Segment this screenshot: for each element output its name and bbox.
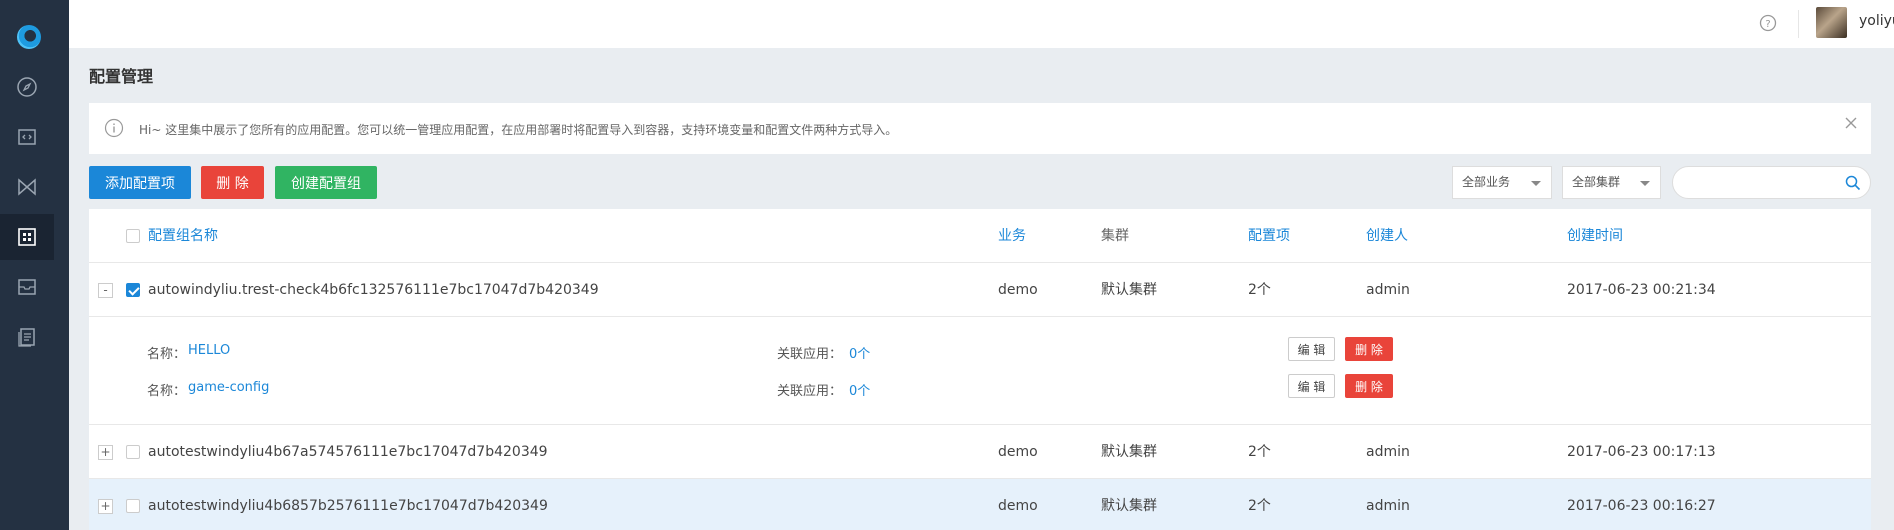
edit-config-button[interactable]: 编 辑 bbox=[1288, 337, 1335, 361]
add-config-button[interactable]: 添加配置项 bbox=[89, 166, 191, 199]
row-creator: admin bbox=[1366, 444, 1410, 460]
header-divider bbox=[1798, 10, 1799, 38]
nav-docs[interactable] bbox=[0, 314, 54, 360]
notice-text: Hi~ 这里集中展示了您所有的应用配置。您可以统一管理应用配置，在应用部署时将配… bbox=[139, 123, 898, 137]
delete-config-button[interactable]: 删 除 bbox=[1345, 337, 1393, 361]
row-name: autotestwindyliu4b67a574576111e7bc17047d… bbox=[148, 444, 548, 460]
page-title: 配置管理 bbox=[89, 67, 154, 86]
username[interactable]: yoliyuan bbox=[1859, 13, 1894, 29]
config-group-table: 配置组名称 业务 集群 配置项 创建人 创建时间 - autowindyliu.… bbox=[89, 209, 1871, 530]
row-cluster: 默认集群 bbox=[1101, 444, 1157, 460]
row-checkbox[interactable] bbox=[126, 499, 140, 513]
code-icon bbox=[18, 129, 36, 145]
header-items[interactable]: 配置项 bbox=[1248, 209, 1290, 263]
linked-apps-link[interactable]: 0个 bbox=[849, 343, 870, 362]
row-cluster: 默认集群 bbox=[1101, 282, 1157, 298]
row-items: 2个 bbox=[1248, 282, 1271, 298]
header-created[interactable]: 创建时间 bbox=[1567, 209, 1623, 263]
archive-icon bbox=[18, 279, 36, 295]
row-business: demo bbox=[998, 282, 1038, 298]
edit-config-button[interactable]: 编 辑 bbox=[1288, 374, 1335, 398]
create-group-button[interactable]: 创建配置组 bbox=[275, 166, 377, 199]
business-filter-value: 全部业务 bbox=[1462, 175, 1511, 189]
row-checkbox[interactable] bbox=[126, 445, 140, 459]
search-box bbox=[1672, 166, 1871, 199]
linked-apps-label: 关联应用： bbox=[777, 347, 843, 362]
linked-apps-label: 关联应用： bbox=[777, 384, 843, 399]
info-icon bbox=[104, 118, 124, 138]
linked-apps-link[interactable]: 0个 bbox=[849, 380, 870, 399]
nav-bowtie[interactable] bbox=[0, 164, 54, 210]
row-items: 2个 bbox=[1248, 498, 1271, 514]
header-cluster: 集群 bbox=[1101, 228, 1129, 244]
row-checkbox[interactable] bbox=[126, 283, 140, 297]
config-name-link[interactable]: game-config bbox=[188, 380, 269, 395]
chevron-down-icon bbox=[1640, 181, 1650, 186]
delete-config-button[interactable]: 删 除 bbox=[1345, 374, 1393, 398]
table-header-row: 配置组名称 业务 集群 配置项 创建人 创建时间 bbox=[89, 209, 1871, 263]
config-item: 名称： HELLO 关联应用： 0个 编 辑 删 除 bbox=[89, 337, 1871, 367]
table-row[interactable]: + autotestwindyliu4b6857b2576111e7bc1704… bbox=[89, 479, 1871, 530]
close-icon[interactable] bbox=[1843, 115, 1859, 131]
info-notice: Hi~ 这里集中展示了您所有的应用配置。您可以统一管理应用配置，在应用部署时将配… bbox=[89, 103, 1871, 154]
row-business: demo bbox=[998, 444, 1038, 460]
help-icon[interactable]: ? bbox=[1759, 14, 1777, 32]
header-name[interactable]: 配置组名称 bbox=[148, 209, 218, 263]
search-input[interactable] bbox=[1683, 173, 1843, 193]
row-created: 2017-06-23 00:17:13 bbox=[1567, 444, 1716, 460]
business-filter-select[interactable]: 全部业务 bbox=[1452, 166, 1552, 199]
expand-toggle[interactable]: + bbox=[98, 445, 113, 460]
config-name-label: 名称： bbox=[147, 384, 187, 399]
row-created: 2017-06-23 00:16:27 bbox=[1567, 498, 1716, 514]
bowtie-icon bbox=[18, 178, 36, 196]
expand-toggle[interactable]: + bbox=[98, 499, 113, 514]
collapse-toggle[interactable]: - bbox=[98, 283, 113, 298]
row-items: 2个 bbox=[1248, 444, 1271, 460]
row-created: 2017-06-23 00:21:34 bbox=[1567, 282, 1716, 298]
docs-icon bbox=[18, 328, 35, 347]
row-creator: admin bbox=[1366, 282, 1410, 298]
nav-archive[interactable] bbox=[0, 264, 54, 310]
search-icon[interactable] bbox=[1845, 175, 1861, 191]
config-name-link[interactable]: HELLO bbox=[188, 343, 230, 358]
row-cluster: 默认集群 bbox=[1101, 498, 1157, 514]
top-header: ? yoliyuan bbox=[69, 0, 1894, 48]
nav-code[interactable] bbox=[0, 114, 54, 160]
svg-text:?: ? bbox=[1765, 19, 1770, 30]
row-creator: admin bbox=[1366, 498, 1410, 514]
row-name: autotestwindyliu4b6857b2576111e7bc17047d… bbox=[148, 498, 548, 514]
cluster-filter-select[interactable]: 全部集群 bbox=[1562, 166, 1661, 199]
header-business[interactable]: 业务 bbox=[998, 209, 1026, 263]
cluster-filter-value: 全部集群 bbox=[1572, 175, 1621, 189]
compass-icon bbox=[17, 77, 37, 97]
nav-config[interactable] bbox=[0, 214, 54, 260]
nav-compass[interactable] bbox=[0, 64, 54, 110]
app-logo[interactable] bbox=[17, 25, 41, 49]
table-row[interactable]: - autowindyliu.trest-check4b6fc132576111… bbox=[89, 263, 1871, 317]
header-creator[interactable]: 创建人 bbox=[1366, 209, 1408, 263]
select-all-checkbox[interactable] bbox=[126, 229, 140, 243]
delete-button[interactable]: 删 除 bbox=[201, 166, 264, 199]
row-detail-panel: 名称： HELLO 关联应用： 0个 编 辑 删 除 名称： game-conf… bbox=[89, 317, 1871, 425]
config-name-label: 名称： bbox=[147, 347, 187, 362]
avatar[interactable] bbox=[1816, 7, 1847, 38]
sidebar bbox=[0, 0, 69, 530]
row-business: demo bbox=[998, 498, 1038, 514]
config-grid-icon bbox=[18, 228, 36, 246]
row-name: autowindyliu.trest-check4b6fc132576111e7… bbox=[148, 282, 599, 298]
config-item: 名称： game-config 关联应用： 0个 编 辑 删 除 bbox=[89, 374, 1871, 404]
table-row[interactable]: + autotestwindyliu4b67a574576111e7bc1704… bbox=[89, 425, 1871, 479]
chevron-down-icon bbox=[1531, 181, 1541, 186]
